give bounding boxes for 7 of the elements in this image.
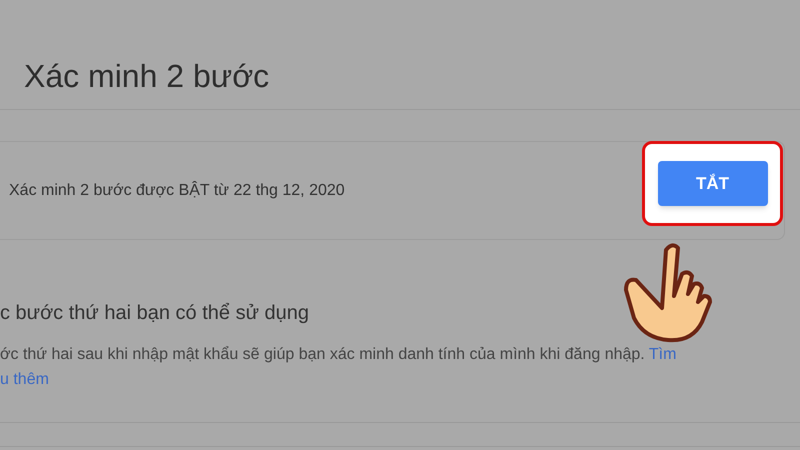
section-heading: c bước thứ hai bạn có thể sử dụng xyxy=(0,301,310,326)
learn-more-link[interactable]: u thêm xyxy=(0,371,49,388)
learn-more-link[interactable]: Tìm xyxy=(648,346,676,363)
section-description: ớc thứ hai sau khi nhập mật khẩu sẽ giúp bạn xác minh danh tính của mình khi đăng nhập. Tìm u thêm xyxy=(0,345,678,390)
page-title: Xác minh 2 bước xyxy=(24,57,270,96)
status-text: Xác minh 2 bước được BẬT từ 22 thg 12, 2020 xyxy=(9,180,345,200)
turn-off-button[interactable]: TẮT xyxy=(658,161,768,206)
